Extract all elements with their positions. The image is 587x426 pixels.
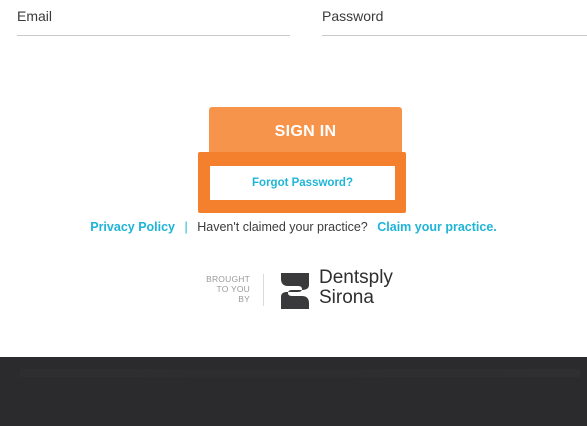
links-separator: | — [184, 220, 188, 234]
brought-line-1: BROUGHT — [206, 274, 250, 284]
brand-divider — [263, 274, 264, 306]
links-row: Privacy Policy | Haven't claimed your pr… — [0, 220, 587, 234]
privacy-policy-link[interactable]: Privacy Policy — [90, 220, 175, 234]
email-label: Email — [17, 8, 53, 24]
claim-practice-link[interactable]: Claim your practice. — [377, 220, 497, 234]
sign-in-button[interactable]: SIGN IN — [209, 107, 402, 156]
footer-shade — [20, 369, 580, 377]
email-underline — [17, 35, 290, 36]
dentsply-sirona-logo-icon — [281, 273, 309, 309]
brought-to-you-by: BROUGHT TO YOU BY — [196, 274, 250, 304]
forgot-password-link[interactable]: Forgot Password? — [252, 177, 353, 189]
brand-name-line-2: Sirona — [319, 287, 374, 308]
brand-name: Dentsply Sirona — [319, 268, 393, 308]
claim-question-text: Haven't claimed your practice? — [197, 220, 368, 234]
password-underline — [322, 35, 587, 36]
password-label: Password — [322, 8, 384, 24]
forgot-password-box: Forgot Password? — [210, 166, 395, 200]
footer-band — [0, 357, 587, 426]
brand-name-line-1: Dentsply — [319, 267, 393, 288]
brought-line-2: TO YOU — [216, 284, 250, 294]
brought-line-3: BY — [238, 294, 250, 304]
